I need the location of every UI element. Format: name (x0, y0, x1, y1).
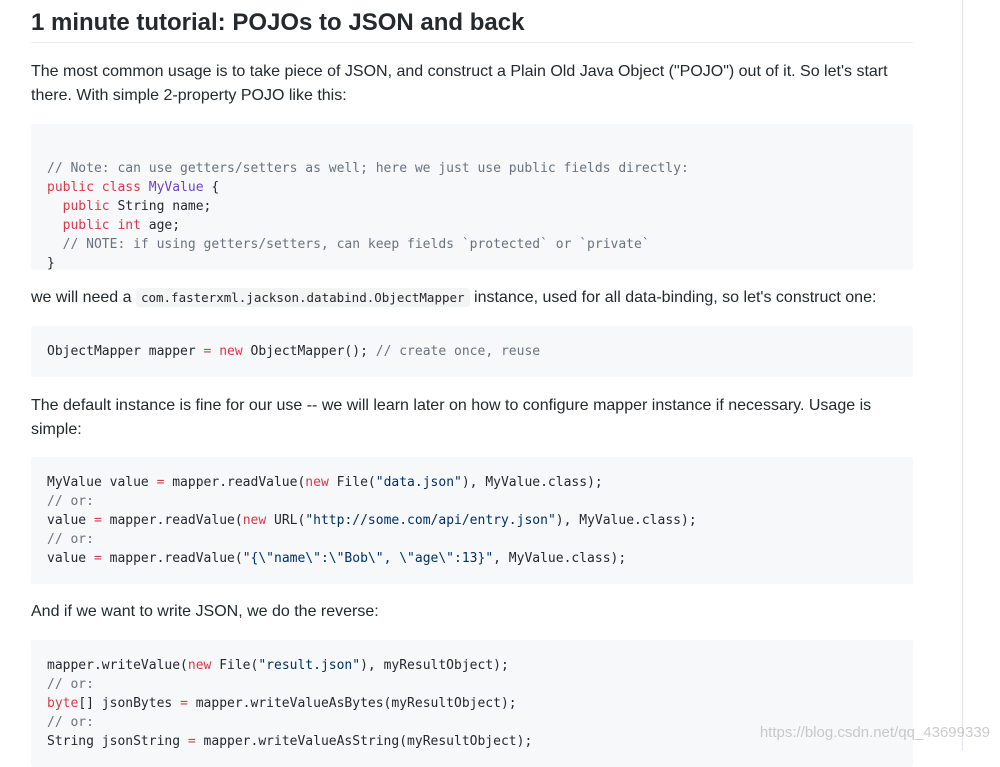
code-text: ), MyValue.class); (461, 475, 603, 490)
write-paragraph: And if we want to write JSON, we do the … (31, 603, 379, 620)
code-comment: // or: (47, 494, 94, 509)
code-text: , MyValue.class); (493, 551, 627, 566)
code-block-pojo: // Note: can use getters/setters as well… (31, 124, 913, 271)
code-keyword: new (219, 344, 243, 359)
code-string: "http://some.com/api/entry.json" (305, 513, 556, 528)
code-text: File( (219, 658, 259, 673)
code-comment: // or: (47, 532, 94, 547)
code-comment: // Note: can use getters/setters as well… (47, 161, 689, 176)
inline-code: com.fasterxml.jackson.databind.ObjectMap… (135, 288, 470, 307)
code-comment: // or: (47, 677, 94, 692)
code-operator: = (203, 344, 212, 359)
code-block-mapper: ObjectMapper mapper = new ObjectMapper()… (31, 326, 913, 377)
code-text: mapper.writeValueAsString(myResultObject… (203, 734, 533, 749)
code-text: ), myResultObject); (360, 658, 509, 673)
code-operator: = (93, 551, 102, 566)
code-keyword: public (62, 199, 110, 214)
code-keyword: new (187, 658, 212, 673)
code-operator: = (187, 734, 196, 749)
code-block-read: MyValue value = mapper.readValue(new Fil… (31, 457, 913, 584)
code-text: File( (336, 475, 376, 490)
page-title: 1 minute tutorial: POJOs to JSON and bac… (31, 6, 913, 43)
code-text: URL( (274, 513, 306, 528)
code-text: mapper.writeValueAsBytes(myResultObject)… (195, 696, 517, 711)
code-text: String jsonString (47, 734, 181, 749)
code-text: String name; (109, 199, 212, 214)
code-text: value (47, 513, 87, 528)
code-text: age; (140, 218, 181, 233)
code-keyword: byte (47, 696, 79, 711)
code-text: mapper.readValue( (109, 513, 243, 528)
code-comment: // create once, reuse (375, 344, 541, 359)
code-text: ObjectMapper mapper (47, 344, 196, 359)
code-text: mapper.readValue( (109, 551, 243, 566)
code-text: } (47, 256, 55, 271)
code-block-write: mapper.writeValue(new File("result.json"… (31, 640, 913, 767)
code-text: [] jsonBytes (78, 696, 173, 711)
code-keyword: public int (62, 218, 141, 233)
code-text: mapper.readValue( (172, 475, 306, 490)
code-text: mapper.writeValue( (47, 658, 188, 673)
code-string: "data.json" (375, 475, 462, 490)
usage-paragraph: The default instance is fine for our use… (31, 397, 872, 438)
code-text: ObjectMapper(); (250, 344, 368, 359)
code-keyword: new (242, 513, 267, 528)
code-text: { (203, 180, 220, 195)
para-text: instance, used for all data-binding, so … (474, 289, 877, 306)
code-operator: = (156, 475, 165, 490)
intro-paragraph: The most common usage is to take piece o… (31, 63, 888, 104)
mapper-paragraph: we will need a com.fasterxml.jackson.dat… (31, 286, 901, 310)
code-keyword: public class (47, 180, 141, 195)
page-divider (962, 0, 963, 751)
code-keyword: new (305, 475, 329, 490)
code-operator: = (93, 513, 102, 528)
code-comment: // NOTE: if using getters/setters, can k… (62, 237, 650, 252)
code-text: MyValue value (47, 475, 149, 490)
code-string: "{\"name\":\"Bob\", \"age\":13}" (242, 551, 494, 566)
code-operator: = (180, 696, 188, 711)
code-class-name: MyValue (148, 180, 204, 195)
code-comment: // or: (47, 715, 94, 730)
watermark: https://blog.csdn.net/qq_43699339 (759, 724, 990, 741)
code-text: value (47, 551, 87, 566)
code-text: ), MyValue.class); (555, 513, 697, 528)
para-text: we will need a (31, 289, 132, 306)
code-string: "result.json" (258, 658, 361, 673)
